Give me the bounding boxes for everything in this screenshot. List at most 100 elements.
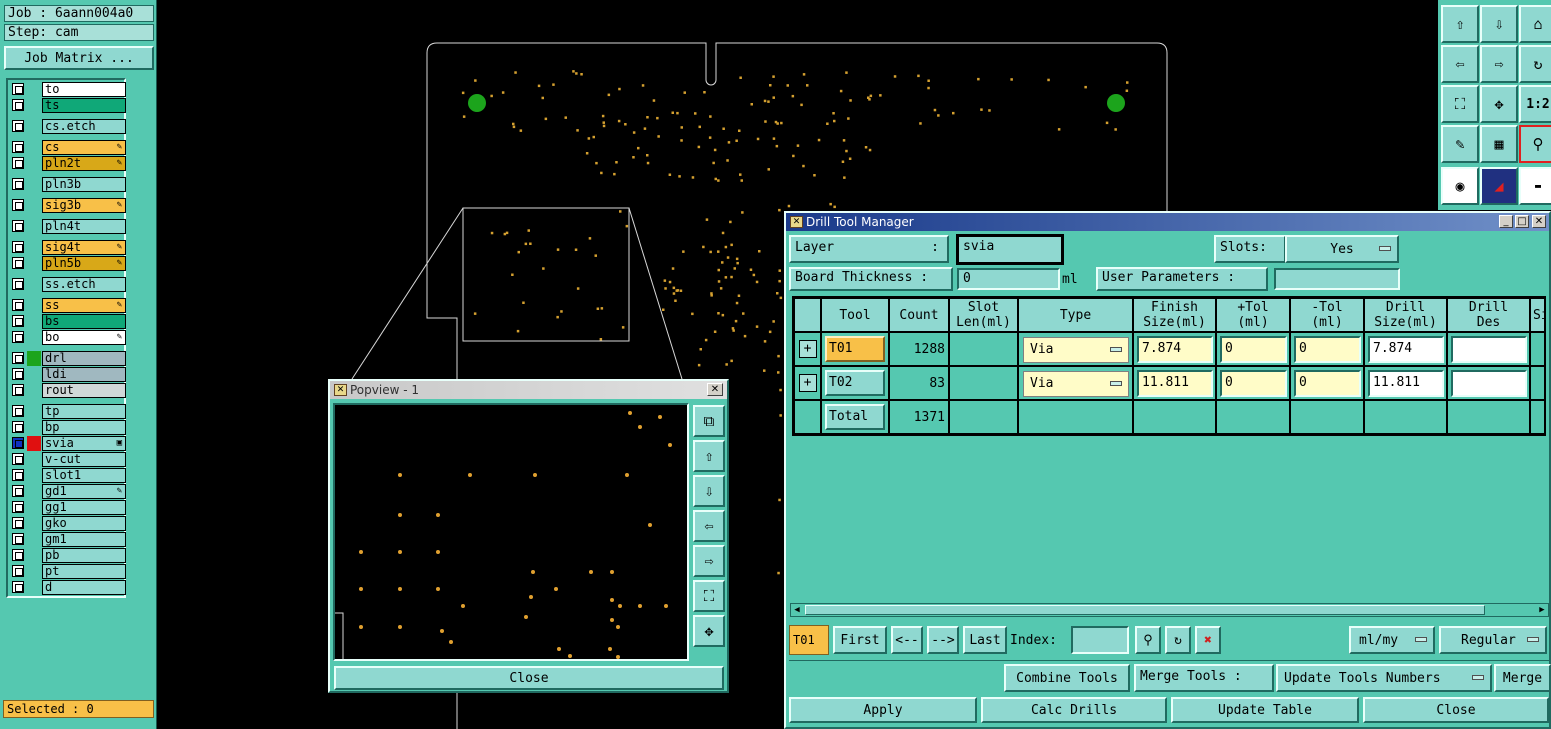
layer-row-bo[interactable]: bo ✎ [8, 330, 126, 345]
layer-color-swatch[interactable] [27, 548, 41, 563]
layer-checkbox[interactable] [12, 257, 24, 269]
layer-checkbox[interactable] [12, 485, 24, 497]
layer-checkbox[interactable] [12, 549, 24, 561]
layer-row-rout[interactable]: rout [8, 383, 126, 398]
scroll-right-icon[interactable]: ▶ [1536, 604, 1548, 616]
layer-checkbox[interactable] [12, 421, 24, 433]
user-parameters-input[interactable] [1274, 268, 1400, 290]
close-icon[interactable]: ✕ [1532, 215, 1546, 228]
layer-checkbox[interactable] [12, 533, 24, 545]
layer-checkbox[interactable] [12, 469, 24, 481]
layer-row-sig3b[interactable]: sig3b ✎ [8, 198, 126, 213]
next-button[interactable]: --> [927, 626, 959, 654]
layer-row-pln5b[interactable]: pln5b ✎ [8, 256, 126, 271]
palette-icon[interactable]: ✎ [1441, 125, 1479, 163]
apply-button[interactable]: Apply [789, 697, 977, 723]
table-header[interactable]: Drill Size(ml) [1364, 298, 1447, 332]
layer-checkbox[interactable] [12, 352, 24, 364]
type-dropdown[interactable]: Via [1023, 337, 1129, 363]
pan-left-icon[interactable]: ⇦ [1441, 45, 1479, 83]
grid-icon[interactable]: ▦ [1480, 125, 1518, 163]
tool-cell[interactable]: T01 [825, 336, 885, 362]
layer-color-swatch[interactable] [27, 404, 41, 419]
layer-color-swatch[interactable] [27, 532, 41, 547]
popview-close-button[interactable]: Close [334, 666, 724, 690]
layer-row-v-cut[interactable]: v-cut [8, 452, 126, 467]
index-input[interactable] [1071, 626, 1129, 654]
layer-color-swatch[interactable] [27, 119, 41, 134]
minus-tol-input[interactable]: 0 [1294, 336, 1361, 363]
layer-color-swatch[interactable] [27, 256, 41, 271]
layer-checkbox[interactable] [12, 453, 24, 465]
layer-row-sig4t[interactable]: sig4t ✎ [8, 240, 126, 255]
horizontal-scrollbar[interactable]: ◀ ▶ [790, 603, 1549, 617]
layer-color-swatch[interactable] [27, 468, 41, 483]
layer-color-swatch[interactable] [27, 420, 41, 435]
zoom-fit-icon[interactable]: ⛶ [1441, 85, 1479, 123]
delete-icon[interactable]: ✖ [1195, 626, 1221, 654]
refresh-icon[interactable]: ↻ [1165, 626, 1191, 654]
drill-des-input[interactable] [1451, 336, 1527, 363]
expand-icon[interactable]: + [798, 340, 817, 358]
board-thickness-input[interactable]: 0 [957, 268, 1060, 290]
layer-checkbox[interactable] [12, 99, 24, 111]
scroll-left-icon[interactable]: ◀ [791, 604, 803, 616]
measure-icon[interactable]: ◢ [1480, 167, 1518, 205]
plus-tol-input[interactable]: 0 [1220, 370, 1287, 397]
layer-checkbox[interactable] [12, 120, 24, 132]
layer-color-swatch[interactable] [27, 367, 41, 382]
layer-color-swatch[interactable] [27, 383, 41, 398]
layer-row-gg1[interactable]: gg1 [8, 500, 126, 515]
layer-row-gko[interactable]: gko [8, 516, 126, 531]
layer-row-gm1[interactable]: gm1 [8, 532, 126, 547]
layer-color-swatch[interactable] [27, 452, 41, 467]
popview-canvas[interactable] [333, 403, 689, 661]
home-icon[interactable]: ⌂ [1519, 5, 1551, 43]
layer-row-d[interactable]: d [8, 580, 126, 595]
select-icon[interactable]: ◉ [1441, 167, 1479, 205]
maximize-icon[interactable]: □ [1515, 215, 1529, 228]
layer-color-swatch[interactable] [27, 330, 41, 345]
layer-checkbox[interactable] [12, 315, 24, 327]
redraw-icon[interactable]: ↻ [1519, 45, 1551, 83]
type-dropdown[interactable]: Via [1023, 371, 1129, 397]
pan-up-icon[interactable]: ⇧ [1441, 5, 1479, 43]
table-header[interactable]: +Tol (ml) [1216, 298, 1290, 332]
slots-dropdown[interactable]: Yes [1285, 235, 1399, 263]
layer-row-pt[interactable]: pt [8, 564, 126, 579]
layer-row-gd1[interactable]: gd1 ✎ [8, 484, 126, 499]
snap-icon[interactable]: ⚲ [1519, 125, 1551, 163]
layer-color-swatch[interactable] [27, 277, 41, 292]
update-table-button[interactable]: Update Table [1171, 697, 1359, 723]
layer-row-tp[interactable]: tp [8, 404, 126, 419]
layer-row-svia[interactable]: svia ▣ [8, 436, 126, 451]
layer-color-swatch[interactable] [27, 219, 41, 234]
finish-size-input[interactable]: 11.811 [1137, 370, 1213, 397]
layer-color-swatch[interactable] [27, 351, 41, 366]
zoom-fit-icon[interactable]: ⛶ [693, 580, 725, 612]
layer-value-field[interactable]: svia [956, 234, 1064, 265]
layer-checkbox[interactable] [12, 368, 24, 380]
table-row[interactable]: + T02 83 Via 11.811 0 0 11.811 [794, 366, 1544, 400]
calc-drills-button[interactable]: Calc Drills [981, 697, 1167, 723]
layer-row-slot1[interactable]: slot1 [8, 468, 126, 483]
ratio-icon[interactable]: 1:2 [1519, 85, 1551, 123]
layer-checkbox[interactable] [12, 565, 24, 577]
pan-down-icon[interactable]: ⇩ [693, 475, 725, 507]
layer-color-swatch[interactable] [27, 198, 41, 213]
layer-checkbox[interactable] [12, 405, 24, 417]
layer-row-pb[interactable]: pb [8, 548, 126, 563]
pan-up-icon[interactable]: ⇧ [693, 440, 725, 472]
layer-checkbox[interactable] [12, 384, 24, 396]
layer-color-swatch[interactable] [27, 156, 41, 171]
drill-des-input[interactable] [1451, 370, 1527, 397]
layer-checkbox[interactable] [12, 220, 24, 232]
pan-right-icon[interactable]: ⇨ [693, 545, 725, 577]
layer-color-swatch[interactable] [27, 240, 41, 255]
layer-checkbox[interactable] [12, 157, 24, 169]
update-tools-numbers-dropdown[interactable]: Update Tools Numbers [1276, 664, 1492, 692]
layer-row-cs[interactable]: cs ✎ [8, 140, 126, 155]
minus-tol-input[interactable]: 0 [1294, 370, 1361, 397]
layer-checkbox[interactable] [12, 331, 24, 343]
table-header[interactable]: Type [1018, 298, 1133, 332]
